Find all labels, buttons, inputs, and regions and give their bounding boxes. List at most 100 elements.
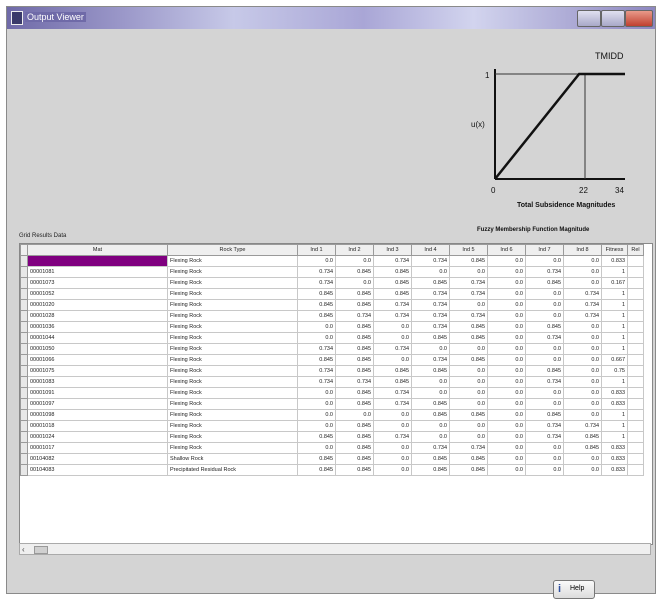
- table-cell[interactable]: 0.833: [601, 398, 628, 410]
- table-cell[interactable]: 0.845: [411, 398, 450, 410]
- row-header[interactable]: [20, 277, 28, 289]
- table-cell[interactable]: 0.845: [335, 354, 374, 366]
- column-header[interactable]: Ind 6: [487, 244, 526, 256]
- table-cell[interactable]: Flexing Rock: [167, 310, 298, 322]
- table-cell[interactable]: 0.845: [411, 332, 450, 344]
- table-cell[interactable]: 0.845: [411, 453, 450, 465]
- table-cell[interactable]: 0.845: [335, 420, 374, 432]
- table-cell[interactable]: 0.845: [411, 365, 450, 377]
- table-cell[interactable]: 0.845: [335, 332, 374, 344]
- row-header[interactable]: [20, 442, 28, 454]
- table-row[interactable]: 00001091 Flexing Rock 0.0 0.845 0.734 0.0 0.0 0…: [20, 387, 644, 399]
- table-cell[interactable]: [627, 310, 644, 322]
- table-cell[interactable]: 1: [601, 431, 628, 443]
- table-cell[interactable]: Flexing Rock: [167, 288, 298, 300]
- table-row[interactable]: 00001052 Flexing Rock 0.845 0.845 0.845 0.734…: [20, 288, 644, 300]
- table-cell[interactable]: [627, 288, 644, 300]
- table-cell[interactable]: 0.845: [525, 277, 564, 289]
- table-cell[interactable]: 0.0: [373, 453, 412, 465]
- table-cell[interactable]: 0.734: [373, 310, 412, 322]
- table-cell[interactable]: 0.734: [449, 288, 488, 300]
- table-cell[interactable]: 0.845: [449, 255, 488, 267]
- table-cell[interactable]: 0.734: [373, 255, 412, 267]
- row-header[interactable]: [20, 431, 28, 443]
- table-cell[interactable]: Flexing Rock: [167, 409, 298, 421]
- table-cell[interactable]: 0.0: [449, 299, 488, 311]
- table-cell[interactable]: 0.0: [335, 277, 374, 289]
- table-row[interactable]: 00001036 Flexing Rock 0.0 0.845 0.0 0.734 0.84…: [20, 321, 644, 333]
- table-cell[interactable]: 0.845: [297, 299, 336, 311]
- table-cell[interactable]: 0.0: [563, 376, 602, 388]
- table-cell[interactable]: 0.734: [411, 354, 450, 366]
- help-button[interactable]: i Help: [553, 580, 595, 599]
- table-row[interactable]: 00001028 Flexing Rock 0.845 0.734 0.734 0.734…: [20, 310, 644, 322]
- row-header[interactable]: [20, 464, 28, 476]
- table-row[interactable]: 00001073 Flexing Rock 0.734 0.0 0.845 0.845 0.…: [20, 277, 644, 289]
- table-cell[interactable]: 0.845: [335, 321, 374, 333]
- table-cell[interactable]: 0.845: [335, 464, 374, 476]
- table-cell[interactable]: 1: [601, 409, 628, 421]
- column-header[interactable]: Mat: [27, 244, 168, 256]
- row-header[interactable]: [20, 398, 28, 410]
- table-cell[interactable]: 00001050: [27, 343, 168, 355]
- table-row[interactable]: 00001024 Flexing Rock 0.845 0.845 0.734 0.0 0.…: [20, 431, 644, 443]
- table-cell[interactable]: 0.845: [335, 343, 374, 355]
- table-cell[interactable]: 0.0: [373, 321, 412, 333]
- table-cell[interactable]: 0.845: [297, 464, 336, 476]
- table-row[interactable]: 00104082 Shallow Rock 0.845 0.845 0.0 0.845 0.…: [20, 453, 644, 465]
- table-cell[interactable]: 0.845: [449, 354, 488, 366]
- table-cell[interactable]: 0.734: [373, 387, 412, 399]
- table-cell[interactable]: 0.0: [487, 343, 526, 355]
- data-grid[interactable]: Mat Rock Type Ind 1 Ind 2 Ind 3 Ind 4 Ind 5 Ind…: [19, 243, 653, 545]
- table-cell[interactable]: [627, 365, 644, 377]
- table-cell[interactable]: 0.0: [487, 398, 526, 410]
- table-cell[interactable]: 0.0: [563, 255, 602, 267]
- table-cell[interactable]: 0.0: [411, 376, 450, 388]
- column-header[interactable]: Rock Type: [167, 244, 298, 256]
- table-cell[interactable]: 0.845: [335, 387, 374, 399]
- table-cell[interactable]: [627, 409, 644, 421]
- table-cell[interactable]: 00001028: [27, 310, 168, 322]
- table-cell[interactable]: 0.734: [525, 376, 564, 388]
- table-cell[interactable]: 00001024: [27, 431, 168, 443]
- maximize-button[interactable]: [601, 10, 625, 27]
- table-cell[interactable]: 0.734: [411, 255, 450, 267]
- table-cell[interactable]: 00104082: [27, 453, 168, 465]
- table-cell[interactable]: 0.833: [601, 442, 628, 454]
- table-row[interactable]: 00001075 Flexing Rock 0.734 0.845 0.845 0.845…: [20, 365, 644, 377]
- table-cell[interactable]: Flexing Rock: [167, 321, 298, 333]
- table-cell[interactable]: 0.734: [449, 277, 488, 289]
- table-cell[interactable]: 0.845: [335, 299, 374, 311]
- table-cell[interactable]: 00001020: [27, 299, 168, 311]
- table-cell[interactable]: 0.734: [335, 310, 374, 322]
- row-header[interactable]: [20, 299, 28, 311]
- table-cell[interactable]: 0.734: [297, 376, 336, 388]
- column-header[interactable]: Ind 8: [563, 244, 602, 256]
- table-cell[interactable]: 0.0: [449, 398, 488, 410]
- table-cell[interactable]: 00001075: [27, 365, 168, 377]
- table-cell[interactable]: [627, 420, 644, 432]
- table-cell[interactable]: 0.0: [411, 343, 450, 355]
- table-cell[interactable]: 0.845: [525, 321, 564, 333]
- table-cell[interactable]: 0.0: [487, 453, 526, 465]
- table-cell[interactable]: [627, 343, 644, 355]
- table-cell[interactable]: 0.833: [601, 387, 628, 399]
- table-cell[interactable]: 0.0: [525, 343, 564, 355]
- row-header[interactable]: [20, 387, 28, 399]
- table-cell[interactable]: 0.0: [563, 409, 602, 421]
- row-header[interactable]: [20, 354, 28, 366]
- table-cell[interactable]: [627, 453, 644, 465]
- table-cell[interactable]: 00001066: [27, 354, 168, 366]
- table-cell[interactable]: 0.0: [563, 266, 602, 278]
- table-cell[interactable]: 0.0: [563, 277, 602, 289]
- table-cell[interactable]: 0.0: [563, 365, 602, 377]
- table-cell[interactable]: 0.0: [563, 453, 602, 465]
- row-header[interactable]: [20, 376, 28, 388]
- table-cell[interactable]: 0.0: [487, 310, 526, 322]
- table-cell[interactable]: 0.0: [449, 365, 488, 377]
- table-cell[interactable]: [627, 332, 644, 344]
- table-cell[interactable]: 0.0: [487, 409, 526, 421]
- table-cell[interactable]: 0.0: [449, 343, 488, 355]
- table-cell[interactable]: 0.0: [411, 431, 450, 443]
- table-cell[interactable]: Flexing Rock: [167, 398, 298, 410]
